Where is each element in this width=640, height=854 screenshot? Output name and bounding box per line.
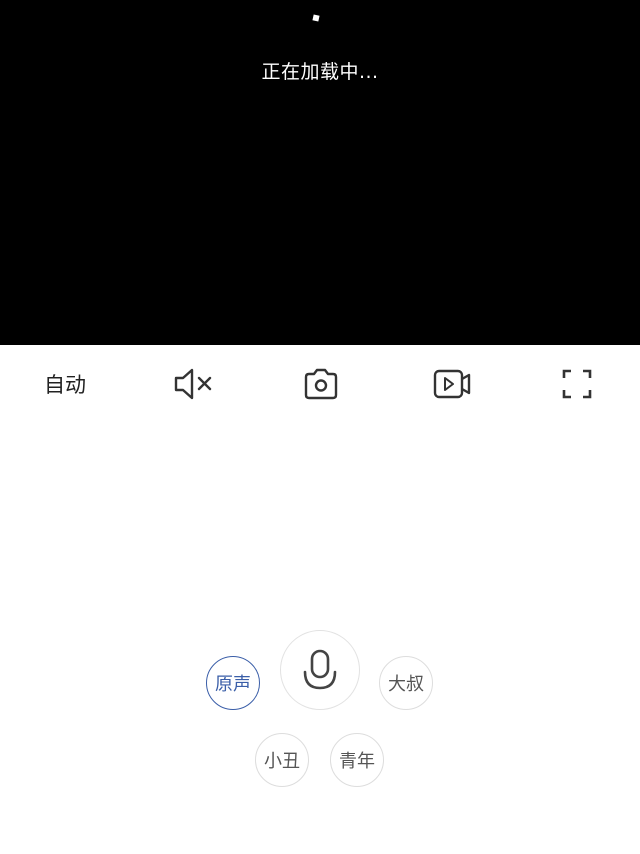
voice-changer-panel: 原声 大叔 小丑 青年: [0, 423, 640, 854]
microphone-icon: [303, 649, 337, 690]
microphone-button[interactable]: [280, 630, 360, 710]
voice-effect-original[interactable]: 原声: [206, 656, 260, 710]
voice-effect-label: 小丑: [264, 751, 300, 772]
fullscreen-button[interactable]: [558, 363, 596, 405]
video-player[interactable]: 正在加载中...: [0, 0, 640, 345]
quality-label: 自动: [44, 373, 86, 397]
voice-effect-label: 青年: [339, 751, 375, 772]
voice-effect-youth[interactable]: 青年: [330, 733, 384, 787]
video-record-icon: [433, 369, 471, 399]
loading-text: 正在加载中...: [261, 61, 379, 83]
screenshot-button[interactable]: [300, 363, 342, 405]
player-toolbar: 自动: [0, 345, 640, 423]
voice-effect-clown[interactable]: 小丑: [255, 733, 309, 787]
record-button[interactable]: [430, 363, 474, 405]
speaker-mute-icon: [174, 368, 212, 400]
voice-effect-label: 原声: [215, 674, 251, 695]
mute-button[interactable]: [170, 363, 216, 405]
voice-effect-label: 大叔: [388, 674, 424, 695]
quality-auto-button[interactable]: 自动: [38, 363, 92, 405]
camera-icon: [304, 368, 338, 400]
voice-effect-uncle[interactable]: 大叔: [379, 656, 433, 710]
fullscreen-icon: [562, 369, 592, 399]
loading-spinner-icon: [312, 14, 320, 22]
